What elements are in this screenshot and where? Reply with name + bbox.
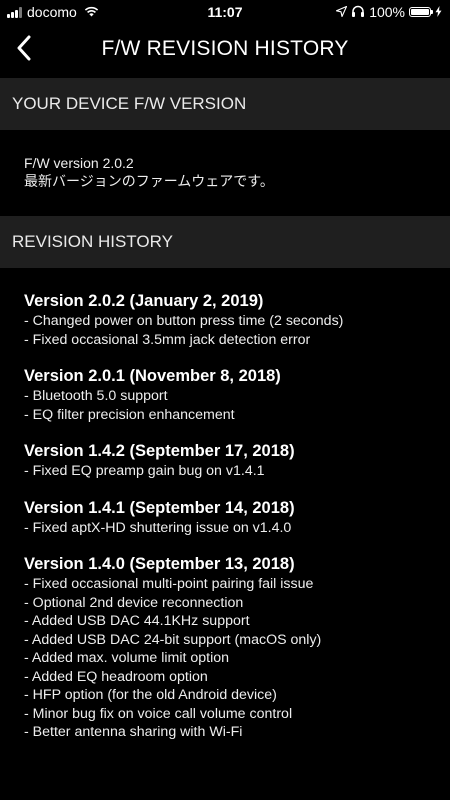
change-item: - HFP option (for the old Android device… — [24, 687, 277, 703]
device-version-info: F/W version 2.0.2 最新バージョンのファームウェアです。 — [24, 154, 274, 190]
status-bar: docomo 11:07 100% — [0, 0, 450, 24]
battery-icon — [409, 7, 433, 17]
version-entry: Version 2.0.1 (November 8, 2018) - Blueto… — [24, 365, 434, 424]
version-entry: Version 2.0.2 (January 2, 2019) - Changed… — [24, 290, 434, 349]
headphones-icon — [351, 4, 365, 20]
change-item: - Added EQ headroom option — [24, 668, 208, 685]
change-item: - Fixed EQ preamp gain bug on v1.4.1 — [24, 463, 265, 479]
version-title: Version 2.0.2 (January 2, 2019) — [24, 292, 264, 310]
change-item: - Minor bug fix on voice call volume con… — [24, 705, 293, 722]
version-title: Version 1.4.0 (September 13, 2018) — [24, 555, 295, 573]
status-right: 100% — [336, 4, 442, 20]
revision-history-header: REVISION HISTORY — [0, 216, 450, 268]
change-item: - Better antenna sharing with Wi-Fi — [24, 724, 243, 740]
version-entry: Version 1.4.2 (September 17, 2018) - Fixe… — [24, 440, 434, 481]
version-title: Version 2.0.1 (November 8, 2018) — [24, 367, 281, 385]
change-item: - Fixed occasional 3.5mm jack detection … — [24, 331, 311, 348]
change-item: - EQ filter precision enhancement — [24, 406, 235, 423]
change-item: - Bluetooth 5.0 support — [24, 388, 168, 404]
version-title: Version 1.4.2 (September 17, 2018) — [24, 442, 295, 460]
change-item: - Added USB DAC 24-bit support (macOS on… — [24, 631, 322, 648]
change-item: - Added max. volume limit option — [24, 650, 230, 666]
firmware-version-text: F/W version 2.0.2 — [24, 155, 134, 171]
firmware-status-text: 最新バージョンのファームウェアです。 — [24, 173, 274, 189]
change-item: - Changed power on button press time (2 … — [24, 313, 344, 329]
change-item: - Fixed occasional multi-point pairing f… — [24, 576, 314, 592]
location-icon — [336, 4, 348, 20]
change-item: - Optional 2nd device reconnection — [24, 594, 244, 611]
version-entry: Version 1.4.1 (September 14, 2018) - Fixe… — [24, 497, 434, 538]
version-title: Version 1.4.1 (September 14, 2018) — [24, 498, 295, 517]
charging-icon — [435, 4, 442, 20]
revision-history-list: Version 2.0.2 (January 2, 2019) - Changed… — [24, 290, 434, 758]
version-entry: Version 1.4.0 (September 13, 2018) - Fixe… — [24, 553, 434, 742]
page-title: F/W REVISION HISTORY — [101, 37, 349, 60]
change-item: - Added USB DAC 44.1KHz support — [24, 613, 250, 629]
change-item: - Fixed aptX-HD shuttering issue on v1.4… — [24, 519, 292, 536]
battery-percent: 100% — [369, 4, 405, 20]
device-version-header: YOUR DEVICE F/W VERSION — [0, 78, 450, 130]
navigation-bar: F/W REVISION HISTORY — [0, 24, 450, 78]
